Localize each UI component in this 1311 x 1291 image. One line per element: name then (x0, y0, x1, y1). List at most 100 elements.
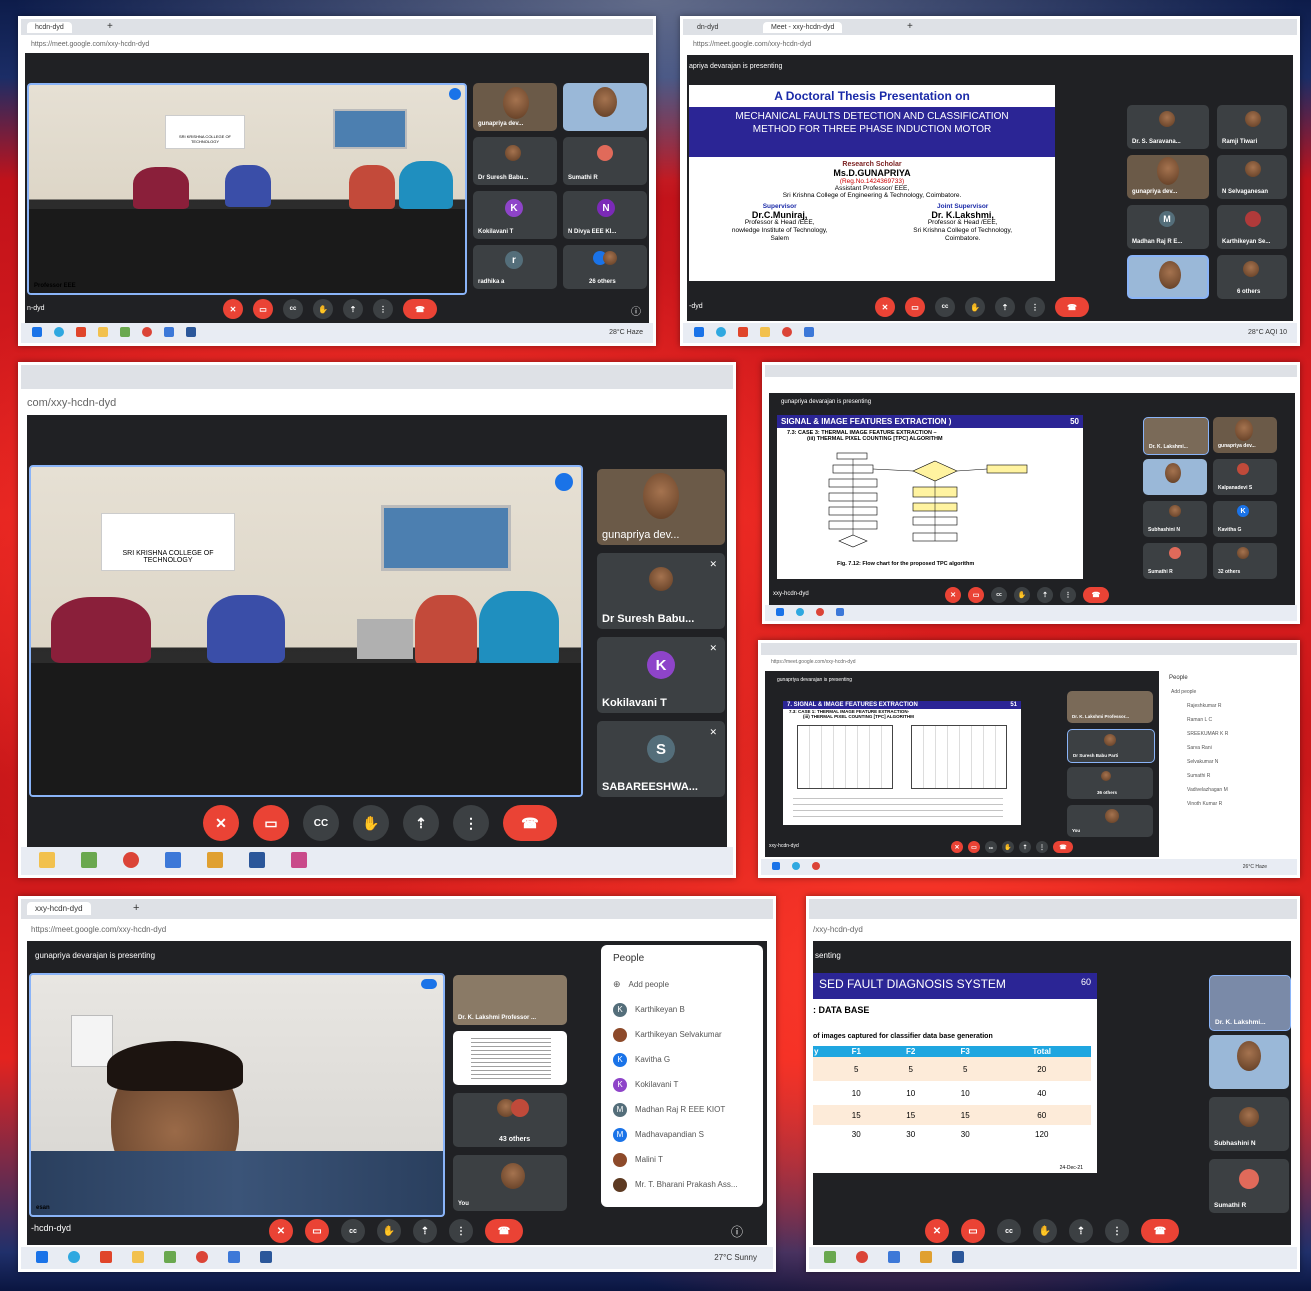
more-options-button[interactable]: ⋮ (1036, 841, 1048, 853)
camera-off-button[interactable]: ▭ (305, 1219, 329, 1243)
folder-icon[interactable] (131, 1251, 144, 1264)
raise-hand-button[interactable]: ✋ (965, 297, 985, 317)
leave-call-button[interactable]: ☎ (403, 299, 437, 319)
participant-tile[interactable] (1143, 459, 1207, 495)
more-options-button[interactable]: ⋮ (1060, 587, 1076, 603)
others-tile[interactable]: 43 others (453, 1093, 567, 1147)
main-video[interactable]: SRI KRISHNA COLLEGE OF TECHNOLOGY Profes… (27, 83, 467, 295)
captions-button[interactable]: cc (985, 841, 997, 853)
app-icon[interactable] (824, 1251, 836, 1264)
person-item[interactable]: Sumathi R (1171, 769, 1295, 783)
participant-tile[interactable]: M Madhan Raj R E... (1127, 205, 1209, 249)
raise-hand-button[interactable]: ✋ (1033, 1219, 1057, 1243)
participant-tile[interactable]: Dr Suresh Babu... (473, 137, 557, 185)
app-icon[interactable] (99, 1251, 112, 1264)
more-options-button[interactable]: ⋮ (1025, 297, 1045, 317)
leave-call-button[interactable]: ☎ (1083, 587, 1109, 603)
folder-icon[interactable] (97, 327, 108, 338)
participant-tile[interactable]: Dr. S. Saravana... (1127, 105, 1209, 149)
participant-tile[interactable] (563, 83, 647, 131)
person-item[interactable]: Mr. T. Bharani Prakash Ass... (613, 1172, 763, 1197)
participant-tile[interactable]: N Selvaganesan (1217, 155, 1287, 199)
present-button[interactable]: ⇡ (1069, 1219, 1093, 1243)
start-icon[interactable] (694, 327, 704, 338)
start-icon[interactable] (36, 1251, 48, 1264)
address-bar[interactable]: com/xxy-hcdn-dyd (21, 395, 733, 411)
person-item[interactable]: Vinoth Kumar R (1171, 797, 1295, 811)
person-item[interactable]: Raman L C (1171, 713, 1295, 727)
app-icon[interactable] (227, 1251, 240, 1264)
app-icon[interactable] (163, 1251, 176, 1264)
raise-hand-button[interactable]: ✋ (1014, 587, 1030, 603)
app-icon[interactable] (119, 327, 130, 338)
others-tile[interactable]: 36 others (1067, 767, 1153, 799)
chrome-icon[interactable] (141, 327, 152, 338)
browser-tab[interactable]: Meet - xxy-hcdn-dyd (763, 22, 843, 33)
captions-button[interactable]: cc (997, 1219, 1021, 1243)
captions-button[interactable]: cc (991, 587, 1007, 603)
person-item[interactable]: Selvakumar N (1171, 755, 1295, 769)
present-button[interactable]: ⇡ (995, 297, 1015, 317)
participant-tile[interactable]: Dr Suresh Babu... ✕ (597, 553, 725, 629)
info-icon[interactable]: ⓘ (731, 1223, 743, 1240)
app-icon[interactable] (887, 1251, 900, 1264)
present-button[interactable]: ⇡ (413, 1219, 437, 1243)
edge-icon[interactable] (795, 608, 804, 617)
participant-tile[interactable]: gunapriya dev... (473, 83, 557, 131)
leave-call-button[interactable]: ☎ (485, 1219, 523, 1243)
participant-tile[interactable]: Karthikeyan Se... (1217, 205, 1287, 249)
address-bar[interactable]: https://meet.google.com/xxy-hcdn-dyd (761, 657, 1297, 667)
mic-off-button[interactable]: ✕ (875, 297, 895, 317)
others-tile[interactable]: 32 others (1213, 543, 1277, 579)
folder-icon[interactable] (39, 852, 55, 869)
start-icon[interactable] (776, 608, 784, 617)
person-item[interactable]: Rajeshkumar R (1171, 699, 1295, 713)
browser-tab[interactable]: hcdn-dyd (27, 22, 72, 33)
self-tile[interactable]: You (453, 1155, 567, 1211)
camera-off-button[interactable]: ▭ (961, 1219, 985, 1243)
present-button[interactable]: ⇡ (1019, 841, 1031, 853)
participant-tile[interactable]: Sumathi R (1209, 1159, 1289, 1213)
mic-off-button[interactable]: ✕ (223, 299, 243, 319)
person-item[interactable]: Karthikeyan Selvakumar (613, 1022, 763, 1047)
participant-tile[interactable] (1209, 1035, 1289, 1089)
mic-off-button[interactable]: ✕ (269, 1219, 293, 1243)
edge-icon[interactable] (53, 327, 64, 338)
leave-call-button[interactable]: ☎ (1055, 297, 1089, 317)
edge-icon[interactable] (67, 1251, 80, 1264)
raise-hand-button[interactable]: ✋ (313, 299, 333, 319)
raise-hand-button[interactable]: ✋ (377, 1219, 401, 1243)
app-icon[interactable] (164, 852, 181, 869)
chrome-icon[interactable] (815, 608, 824, 617)
present-button[interactable]: ⇡ (343, 299, 363, 319)
person-item[interactable]: Sarva Rani (1171, 741, 1295, 755)
participant-tile[interactable]: gunapriya dev... (1127, 155, 1209, 199)
chrome-icon[interactable] (781, 327, 792, 338)
person-item[interactable]: K Kokilavani T (613, 1072, 763, 1097)
main-video[interactable]: SRI KRISHNA COLLEGE OF TECHNOLOGY (29, 465, 583, 797)
add-people-button[interactable]: ⊕ Add people (613, 972, 763, 997)
app-icon[interactable] (206, 852, 223, 869)
address-bar[interactable]: https://meet.google.com/xxy-hcdn-dyd (21, 39, 653, 51)
leave-call-button[interactable]: ☎ (1141, 1219, 1179, 1243)
participant-tile[interactable]: Sumathi R (563, 137, 647, 185)
camera-off-button[interactable]: ▭ (968, 841, 980, 853)
browser-tab[interactable]: dn-dyd (689, 22, 727, 33)
person-item[interactable]: K Kavitha G (613, 1047, 763, 1072)
app-icon[interactable] (80, 852, 97, 869)
participant-tile[interactable]: Dr. K. Lakshmi... (1209, 975, 1291, 1031)
word-icon[interactable] (951, 1251, 964, 1264)
person-item[interactable]: Malini T (613, 1147, 763, 1172)
mic-off-button[interactable]: ✕ (203, 805, 239, 841)
new-tab-icon[interactable]: + (133, 902, 139, 914)
more-options-button[interactable]: ⋮ (373, 299, 393, 319)
mic-off-button[interactable]: ✕ (925, 1219, 949, 1243)
chrome-icon[interactable] (811, 862, 820, 871)
others-tile[interactable]: 26 others (563, 245, 647, 289)
app-icon[interactable] (803, 327, 814, 338)
participant-tile[interactable]: Dr Suresh Babu Parti (1067, 729, 1155, 763)
person-item[interactable]: SREEKUMAR K R (1171, 727, 1295, 741)
mic-off-button[interactable]: ✕ (951, 841, 963, 853)
participant-tile[interactable]: K Kokilavani T (473, 191, 557, 239)
participant-tile[interactable]: N N Divya EEE KI... (563, 191, 647, 239)
